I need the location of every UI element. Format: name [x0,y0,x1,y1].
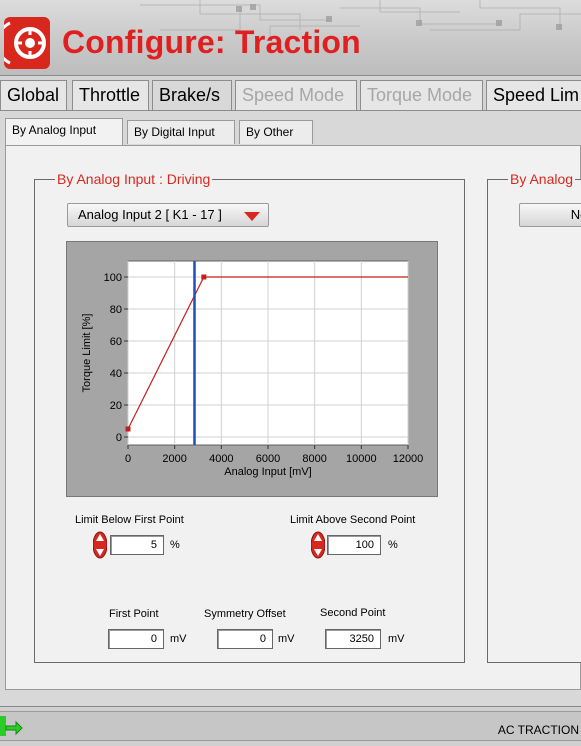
x-tick-label: 8000 [302,453,326,465]
y-tick-label: 0 [116,432,122,444]
limit-above-spinner-icon[interactable] [311,531,325,559]
company-logo-icon [4,17,50,69]
limit-below-field[interactable]: 5 [110,535,164,555]
symmetry-offset-label: Symmetry Offset [204,608,286,620]
tab-torque-mode[interactable]: Torque Mode [360,80,483,110]
app-header: Configure: Traction [0,0,581,76]
limit-below-unit: % [170,539,180,551]
connection-status-icon [0,716,23,736]
first-point-unit: mV [170,633,187,645]
x-tick-label: 12000 [393,453,424,465]
second-point-label: Second Point [320,607,386,619]
y-tick-label: 20 [110,400,122,412]
second-point-unit: mV [388,633,405,645]
page-title: Configure: Traction [62,24,361,60]
x-tick-label: 6000 [256,453,280,465]
tab-by-analog-input[interactable]: By Analog Input [5,118,123,146]
status-bar-inner: AC TRACTION [0,711,581,741]
second-groupbox: By Analog [487,171,581,663]
dropdown-arrow-icon [244,212,260,221]
tab-speed-mode[interactable]: Speed Mode [235,80,357,110]
curve-point-marker [125,426,131,432]
analog-input-dropdown-value: Analog Input 2 [ K1 - 17 ] [78,207,222,222]
tab-global[interactable]: Global [0,80,67,110]
y-tick-label: 80 [110,304,122,316]
x-tick-label: 10000 [346,453,377,465]
limit-above-label: Limit Above Second Point [290,514,416,526]
second-group-title: By Analog [508,171,576,187]
limit-below-spinner-icon[interactable] [93,531,107,559]
driving-group-title: By Analog Input : Driving [55,171,213,187]
limit-below-label: Limit Below First Point [75,514,184,526]
second-group-dropdown[interactable]: No [519,203,581,227]
tab-by-other[interactable]: By Other [239,120,313,144]
y-axis-label: Torque Limit [%] [81,314,93,393]
torque-limit-chart: 0 2000 4000 6000 8000 10000 12000 0 20 40 60 80 100 A… [81,260,424,478]
y-tick-label: 60 [110,336,122,348]
limit-above-field[interactable]: 100 [327,535,381,555]
symmetry-offset-unit: mV [278,633,295,645]
x-tick-label: 4000 [209,453,233,465]
first-point-label: First Point [109,608,159,620]
status-bar: AC TRACTION [0,706,581,746]
y-tick-label: 100 [104,272,122,284]
analog-input-dropdown[interactable]: Analog Input 2 [ K1 - 17 ] [67,203,269,227]
tab-brakes[interactable]: Brake/s [152,80,232,110]
x-tick-label: 0 [125,453,131,465]
second-point-field[interactable]: 3250 [325,629,381,649]
symmetry-offset-field[interactable]: 0 [217,629,273,649]
status-text: AC TRACTION [497,723,579,737]
first-point-field[interactable]: 0 [108,629,164,649]
tab-speed-limit[interactable]: Speed Lim [486,80,581,110]
tab-by-digital-input[interactable]: By Digital Input [127,120,235,144]
x-axis-label: Analog Input [mV] [224,466,311,478]
limit-above-unit: % [388,539,398,551]
second-group-dropdown-value: No [570,207,581,222]
curve-point-marker [201,274,207,280]
main-tab-bar: Global Throttle Brake/s Speed Mode Torqu… [0,80,581,110]
y-tick-label: 40 [110,368,122,380]
chart-frame: 0 2000 4000 6000 8000 10000 12000 0 20 40 60 80 100 A… [66,241,438,497]
x-tick-label: 2000 [162,453,186,465]
tab-throttle[interactable]: Throttle [72,80,149,110]
